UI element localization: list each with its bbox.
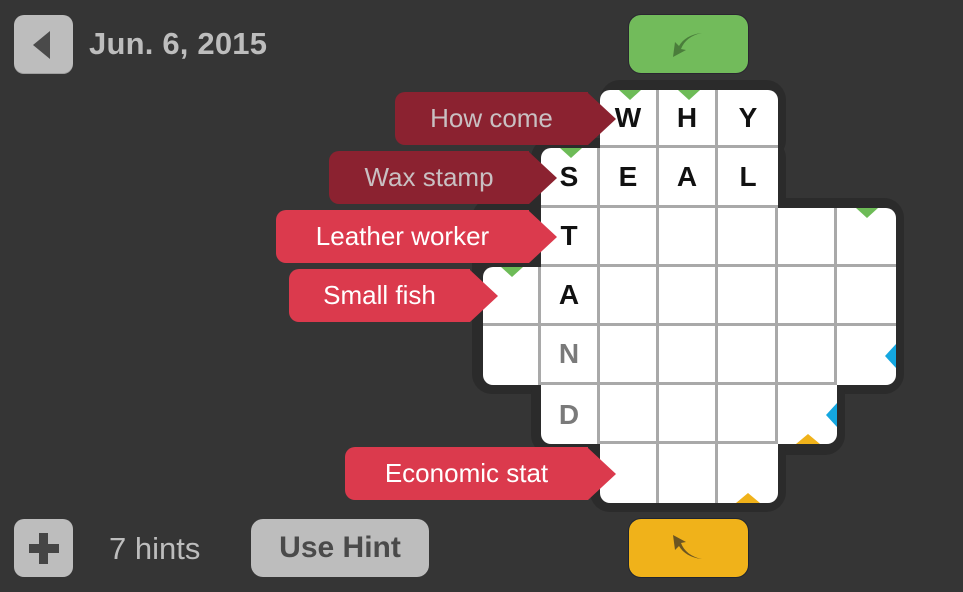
word-start-marker-icon — [501, 267, 523, 277]
grid-cell[interactable] — [718, 267, 778, 326]
triangle-left-icon — [33, 31, 50, 59]
grid-cell[interactable] — [483, 326, 541, 385]
word-end-marker-icon — [795, 434, 820, 444]
grid-cell[interactable] — [718, 444, 778, 503]
grid-cell[interactable]: A — [659, 148, 718, 208]
word-start-marker-icon — [559, 148, 582, 158]
hints-count: 7 hints — [109, 531, 201, 566]
clue-pointer — [529, 210, 557, 263]
grid-cell[interactable] — [718, 208, 778, 267]
puzzle-date: Jun. 6, 2015 — [89, 26, 268, 61]
use-hint-button[interactable]: Use Hint — [251, 519, 429, 577]
clue-small-fish[interactable]: Small fish — [289, 269, 498, 322]
clue-pointer — [588, 92, 616, 145]
clue-label: Small fish — [289, 269, 470, 322]
clue-how-come[interactable]: How come — [395, 92, 616, 145]
word-start-marker-icon — [855, 208, 878, 218]
word-end-marker-icon — [885, 343, 896, 368]
clue-economic-stat[interactable]: Economic stat — [345, 447, 616, 500]
word-end-marker-icon — [826, 402, 837, 427]
clue-pointer — [529, 151, 557, 204]
clue-pointer — [588, 447, 616, 500]
clue-label: Leather worker — [276, 210, 529, 263]
clue-leather-worker[interactable]: Leather worker — [276, 210, 557, 263]
back-button[interactable] — [14, 15, 73, 74]
grid-cell[interactable]: D — [541, 385, 600, 444]
grid-cell[interactable]: A — [541, 267, 600, 326]
grid-cell[interactable] — [600, 385, 659, 444]
grid-cell[interactable] — [600, 267, 659, 326]
grid-cell[interactable] — [659, 385, 718, 444]
grid-cell[interactable] — [659, 267, 718, 326]
grid-cell[interactable]: Y — [718, 90, 778, 148]
clue-label: Wax stamp — [329, 151, 529, 204]
grid-cell[interactable] — [659, 326, 718, 385]
grid-cell[interactable]: H — [659, 90, 718, 148]
redo-button[interactable] — [629, 519, 748, 577]
word-end-marker-icon — [736, 493, 760, 503]
word-start-marker-icon — [677, 90, 700, 100]
grid-cell[interactable] — [837, 326, 896, 385]
grid-cell[interactable] — [600, 208, 659, 267]
grid-cell[interactable] — [837, 267, 896, 326]
grid-cell[interactable] — [778, 208, 837, 267]
grid-cell[interactable] — [600, 326, 659, 385]
grid-cell[interactable] — [718, 326, 778, 385]
add-hints-button[interactable] — [14, 519, 73, 577]
grid-cell[interactable] — [778, 267, 837, 326]
grid-cell[interactable] — [837, 208, 896, 267]
grid-cell[interactable]: E — [600, 148, 659, 208]
clue-pointer — [470, 269, 498, 322]
curved-arrow-down-left-icon — [673, 33, 702, 57]
grid-cell[interactable] — [778, 326, 837, 385]
clue-label: Economic stat — [345, 447, 588, 500]
grid-cell[interactable] — [659, 444, 718, 503]
grid-cell[interactable] — [718, 385, 778, 444]
undo-button[interactable] — [629, 15, 748, 73]
word-start-marker-icon — [618, 90, 641, 100]
grid-cell[interactable] — [778, 385, 837, 444]
clue-wax-stamp[interactable]: Wax stamp — [329, 151, 557, 204]
grid-cell[interactable]: N — [541, 326, 600, 385]
grid-cell[interactable]: L — [718, 148, 778, 208]
curved-arrow-up-left-icon — [673, 535, 702, 559]
clue-label: How come — [395, 92, 588, 145]
grid-cell[interactable] — [659, 208, 718, 267]
